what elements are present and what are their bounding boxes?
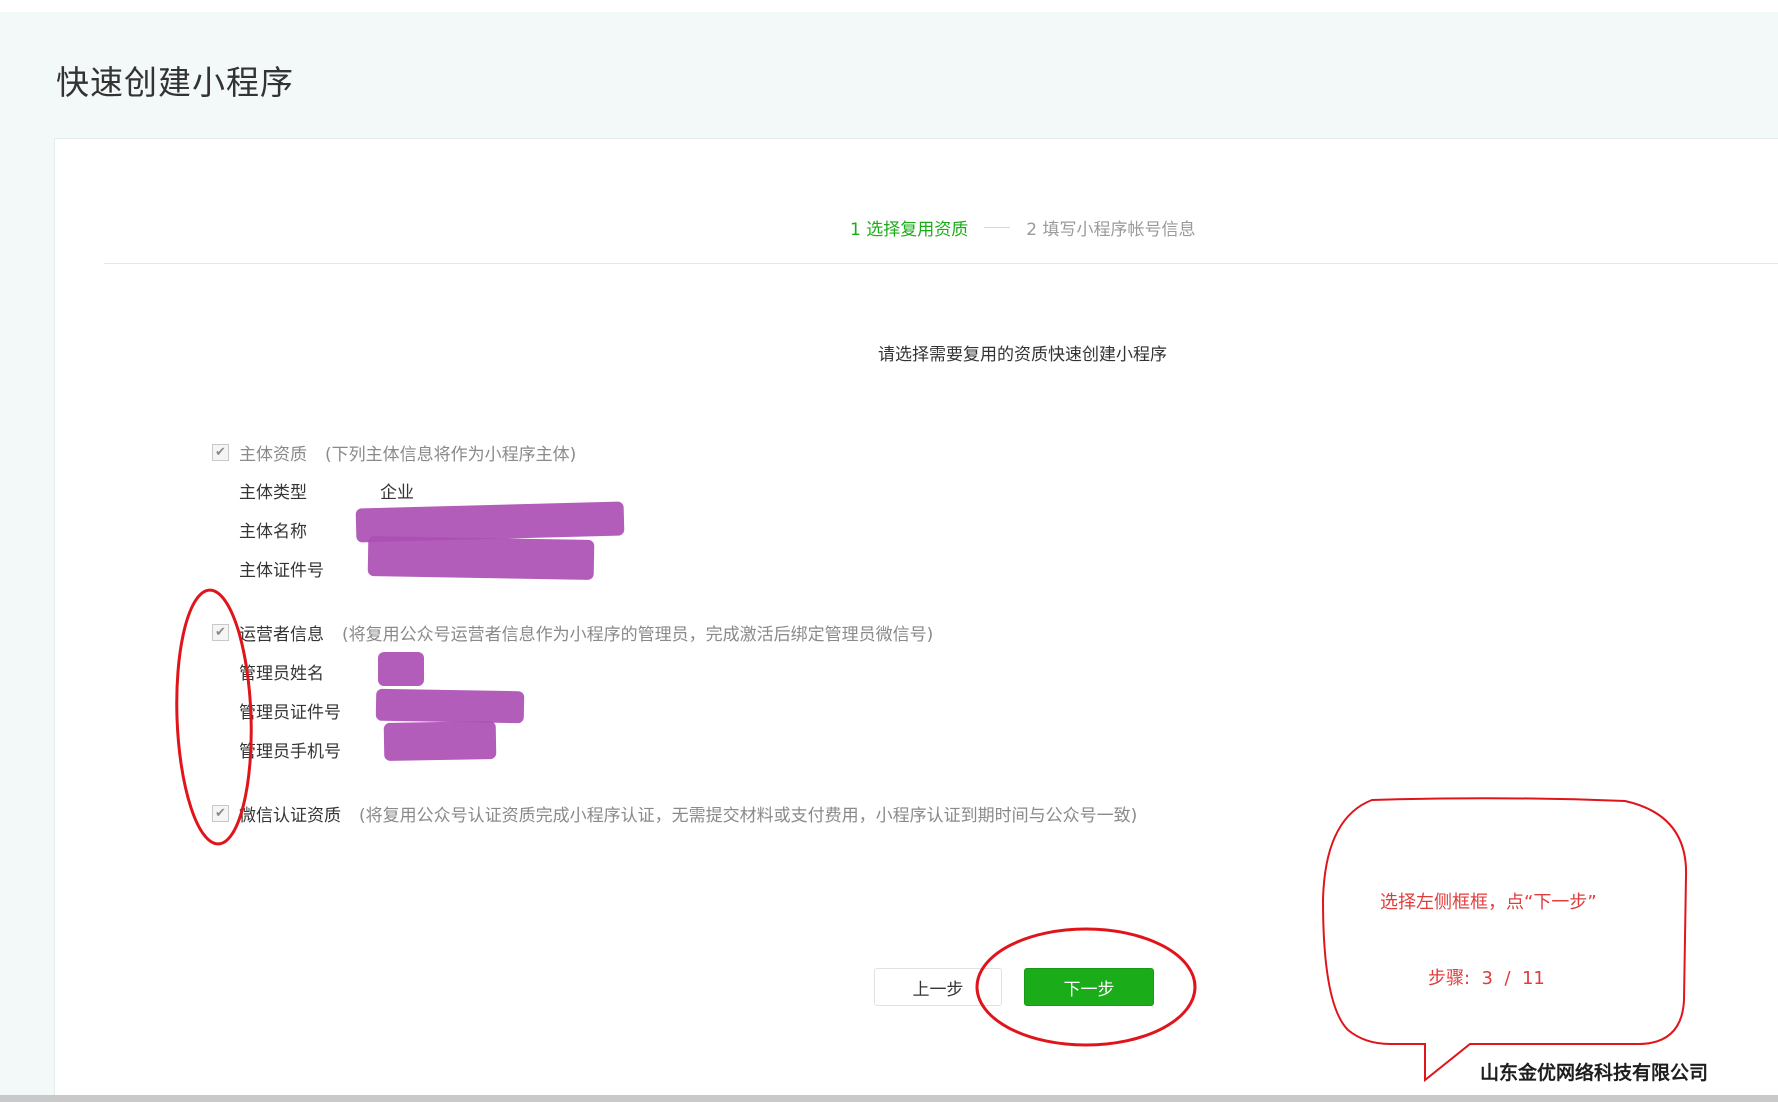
step-counter-current: 3 [1481,968,1493,989]
next-button-highlight-ellipse [975,927,1197,1047]
step-counter-separator: / [1504,968,1511,989]
callout-bubble [1321,797,1688,1083]
callout-step-counter: 步骤: 3 / 11 [1428,964,1545,990]
step-counter-label: 步骤: [1428,968,1471,989]
annotation-overlay [175,588,1688,1083]
company-watermark: 山东金优网络科技有限公司 [1480,1062,1709,1084]
bottom-scrollbar[interactable] [0,1095,1778,1102]
checkbox-highlight-ellipse [175,588,253,846]
step-counter-total: 11 [1521,968,1545,989]
callout-instruction: 选择左侧框框，点“下一步” [1380,892,1597,913]
